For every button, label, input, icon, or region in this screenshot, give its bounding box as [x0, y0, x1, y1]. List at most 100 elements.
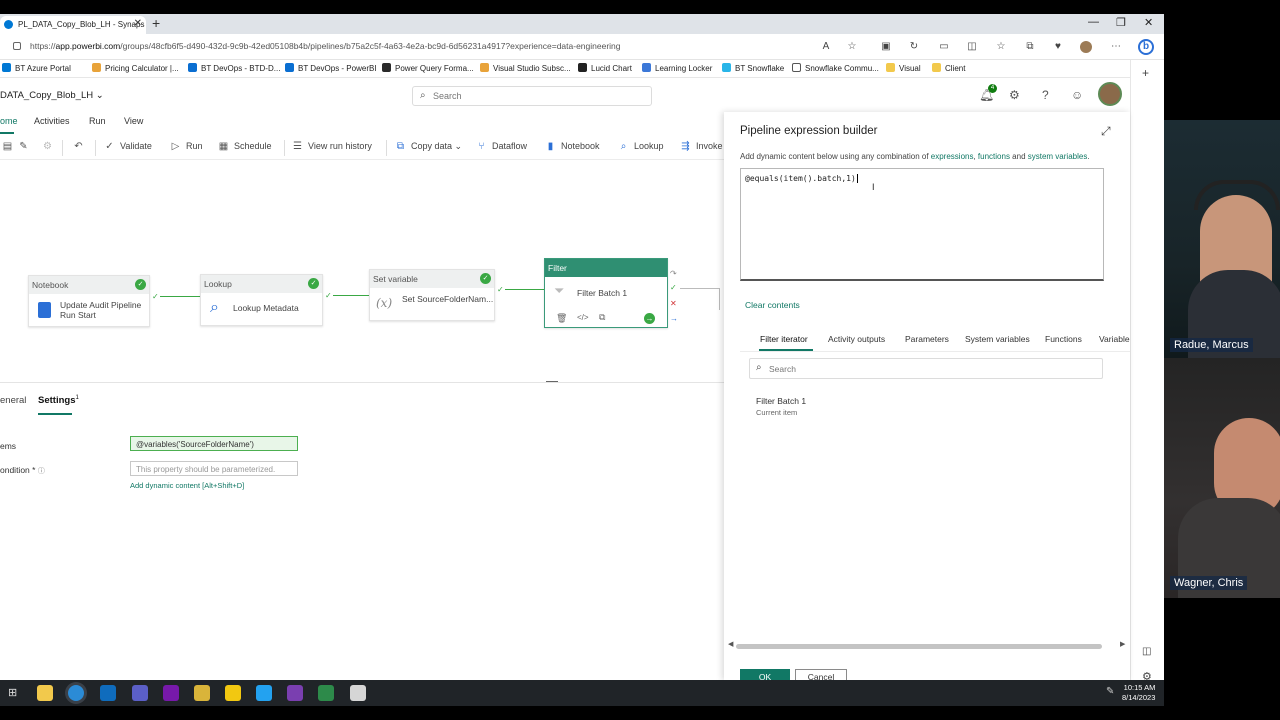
lock-icon[interactable] — [13, 42, 21, 50]
refresh-extension-icon[interactable]: ↻ — [908, 41, 920, 53]
profile-icon[interactable] — [1080, 41, 1092, 53]
scroll-right-icon[interactable]: ▶ — [1120, 640, 1125, 648]
pipeline-canvas[interactable]: Notebook ✓ Update Audit Pipeline Run Sta… — [0, 161, 724, 381]
go-arrow-icon[interactable]: → — [644, 313, 655, 324]
add-icon[interactable]: + — [1142, 66, 1149, 80]
tab-system-variables[interactable]: System variables — [965, 334, 1030, 344]
delete-icon[interactable]: 🗑︎ — [556, 313, 567, 324]
tab-parameters[interactable]: Parameters — [905, 334, 949, 344]
bookmark-item[interactable]: Visual Studio Subsc... — [480, 63, 571, 73]
bookmark-item[interactable]: Snowflake Commu... — [792, 63, 879, 73]
activity-lookup[interactable]: Lookup ✓ ⌕ Lookup Metadata — [200, 274, 323, 326]
tab-view[interactable]: View — [124, 116, 143, 126]
address-bar[interactable]: https://app.powerbi.com/groups/48cfb6f5-… — [0, 34, 1164, 60]
powerbi-icon[interactable] — [225, 685, 241, 701]
items-input[interactable]: @variables('SourceFolderName') — [130, 436, 298, 451]
failure-port-icon[interactable]: ✕ — [670, 299, 677, 308]
bookmark-item[interactable]: Learning Locker — [642, 63, 712, 73]
expression-textarea[interactable]: @equals(item().batch,1) — [740, 168, 1104, 281]
bookmark-item[interactable]: Lucid Chart — [578, 63, 632, 73]
filter-item-title[interactable]: Filter Batch 1 — [756, 396, 806, 406]
settings-icon[interactable]: ⚙ — [1142, 670, 1152, 680]
run-button[interactable]: ▷ Run — [170, 141, 203, 152]
close-tab-icon[interactable]: ✕ — [134, 18, 142, 29]
clear-contents-link[interactable]: Clear contents — [745, 300, 800, 310]
success-port-icon[interactable]: ✓ — [497, 285, 504, 294]
url-text[interactable]: https://app.powerbi.com/groups/48cfb6f5-… — [30, 41, 621, 51]
schedule-button[interactable]: ▦ Schedule — [218, 141, 272, 152]
tab-variables[interactable]: Variable — [1099, 334, 1130, 344]
panel-search-input[interactable]: ⌕ Search — [749, 358, 1103, 379]
save-icon[interactable]: ▤ — [2, 141, 18, 152]
sidebar-toggle-icon[interactable]: ◫ — [1142, 646, 1151, 657]
pipeline-name[interactable]: DATA_Copy_Blob_LH ⌄ — [0, 90, 104, 101]
horizontal-scrollbar[interactable] — [736, 644, 1102, 649]
invoke-button[interactable]: ⇶ Invoke — [680, 141, 722, 152]
teams-icon[interactable] — [132, 685, 148, 701]
condition-input[interactable]: This property should be parameterized. — [130, 461, 298, 476]
tab-general[interactable]: eneral — [0, 395, 26, 406]
activity-notebook[interactable]: Notebook ✓ Update Audit Pipeline Run Sta… — [28, 275, 150, 327]
bookmark-item[interactable]: Pricing Calculator |... — [92, 63, 179, 73]
success-port-icon[interactable]: ✓ — [152, 292, 159, 301]
bing-chat-icon[interactable]: b — [1138, 39, 1154, 55]
ok-button[interactable]: OK — [740, 669, 790, 680]
outlook-icon[interactable] — [100, 685, 116, 701]
dataflow-button[interactable]: ⑂ Dataflow — [476, 141, 528, 152]
tab-functions[interactable]: Functions — [1045, 334, 1082, 344]
new-tab-icon[interactable]: + — [152, 15, 160, 31]
vscode-icon[interactable] — [256, 685, 272, 701]
sticky-notes-icon[interactable] — [194, 685, 210, 701]
edge-browser-icon[interactable] — [68, 685, 84, 701]
read-aloud-icon[interactable]: A — [820, 41, 832, 53]
feedback-smiley-icon[interactable]: ☺ — [1071, 88, 1083, 102]
expand-icon[interactable]: ⤢ — [1101, 124, 1111, 139]
edit-icon[interactable]: ✎ — [18, 141, 34, 152]
undo-icon[interactable]: ↶ — [73, 141, 89, 152]
lookup-button[interactable]: ⌕ Lookup — [618, 141, 664, 152]
tab-settings[interactable]: Settings1 — [38, 395, 79, 406]
copy-data-button[interactable]: ⧉ Copy data ⌄ — [395, 141, 462, 152]
bookmark-folder[interactable]: Client — [932, 63, 965, 73]
more-icon[interactable]: ⋯ — [1110, 41, 1122, 53]
tab-activities[interactable]: Activities — [34, 116, 70, 126]
skip-port-icon[interactable]: ↷ — [670, 269, 677, 278]
validate-button[interactable]: ✓ Validate — [104, 141, 152, 152]
performance-icon[interactable]: ♥ — [1052, 41, 1064, 53]
favorites-icon[interactable]: ☆ — [995, 41, 1007, 53]
filter-item-subtitle[interactable]: Current item — [756, 408, 797, 417]
view-run-history-button[interactable]: ☰ View run history — [292, 141, 372, 152]
settings-disabled-icon[interactable]: ⚙ — [42, 141, 58, 152]
code-icon[interactable]: </> — [577, 313, 589, 322]
user-avatar[interactable] — [1098, 82, 1122, 106]
cast-icon[interactable]: ▭ — [938, 41, 950, 53]
functions-link[interactable]: functions — [978, 152, 1010, 161]
copy-icon[interactable]: ⧉ — [599, 312, 605, 323]
settings-gear-icon[interactable]: ⚙ — [1009, 88, 1020, 102]
favorite-star-icon[interactable]: ☆ — [846, 41, 858, 53]
scroll-left-icon[interactable]: ◀ — [728, 640, 733, 648]
pen-icon[interactable]: ✎ — [1106, 686, 1114, 697]
system-variables-link[interactable]: system variables — [1028, 152, 1088, 161]
tab-activity-outputs[interactable]: Activity outputs — [828, 334, 885, 344]
minimize-icon[interactable]: — — [1088, 16, 1099, 28]
tab-run[interactable]: Run — [89, 116, 106, 126]
visual-studio-icon[interactable] — [287, 685, 303, 701]
notepad-icon[interactable] — [318, 685, 334, 701]
completion-port-icon[interactable]: → — [670, 314, 678, 323]
split-screen-icon[interactable]: ◫ — [966, 41, 978, 53]
file-explorer-icon[interactable] — [37, 685, 53, 701]
bookmark-item[interactable]: BT DevOps - PowerBI — [285, 63, 377, 73]
bookmark-item[interactable]: BT DevOps - BTD-D... — [188, 63, 280, 73]
bookmark-item[interactable]: BT Azure Portal — [2, 63, 71, 73]
notebook-button[interactable]: ▮ Notebook — [545, 141, 600, 152]
close-window-icon[interactable]: ✕ — [1144, 16, 1153, 29]
tab-home[interactable]: ome — [0, 116, 18, 126]
snipping-tool-icon[interactable] — [350, 685, 366, 701]
success-port-icon[interactable]: ✓ — [325, 291, 332, 300]
expressions-link[interactable]: expressions — [931, 152, 974, 161]
collections-icon[interactable]: ⧉ — [1024, 41, 1036, 53]
info-icon[interactable]: ⓘ — [38, 468, 45, 475]
cancel-button[interactable]: Cancel — [795, 669, 847, 680]
bookmark-item[interactable]: Power Query Forma... — [382, 63, 474, 73]
